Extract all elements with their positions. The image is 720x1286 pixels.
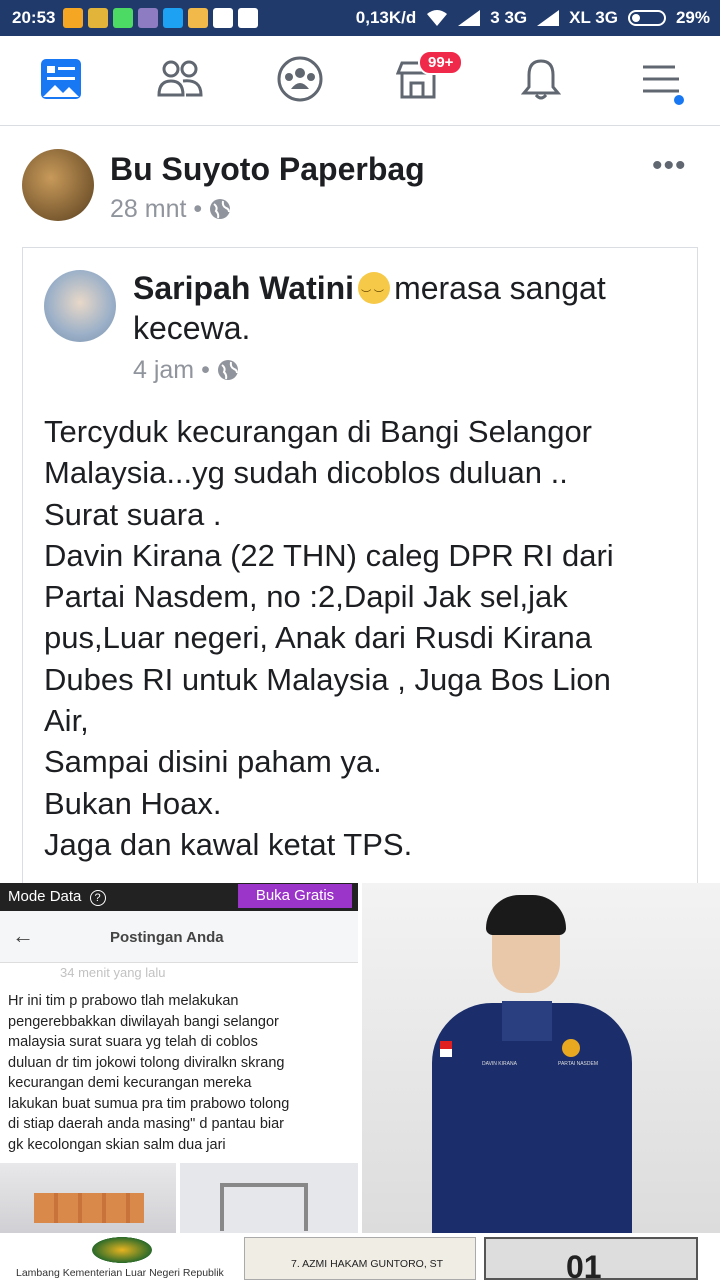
line-icon (113, 8, 134, 28)
flag-patch-icon (440, 1041, 452, 1057)
photo-text-line: duluan dr tim jokowi tolong diviralkn sk… (8, 1054, 285, 1071)
body-line: Jaga dan kawal ketat TPS. (44, 826, 413, 862)
top-nav-bar: 99+ (0, 36, 720, 126)
person-hair (486, 895, 566, 935)
groups-tab[interactable] (275, 54, 325, 104)
emblem-caption: Lambang Kementerian Luar Negeri Republik (16, 1267, 224, 1279)
separator-dot: • (193, 195, 210, 223)
photo-text-line: lakukan buat sumua pra tim prabowo tolon… (8, 1095, 290, 1112)
shared-author[interactable]: Saripah Watini (133, 270, 354, 306)
feed-post: Bu Suyoto Paperbag 28 mnt • ••• Saripah … (0, 127, 720, 887)
shared-post[interactable]: Saripah Watini merasa sangat kecewa. 4 ja… (22, 247, 698, 887)
photo-text-line: kecurangan demi kecurangan mereka (8, 1075, 252, 1091)
pensive-face-emoji-icon (358, 272, 391, 316)
shared-author-line: Saripah Watini merasa sangat kecewa. (133, 268, 673, 348)
ballot-number-photo[interactable]: 01 (484, 1237, 698, 1285)
name-tag: DAVIN KIRANA (482, 1061, 517, 1067)
ballot-number: 01 (566, 1249, 602, 1285)
party-tag: PARTAI NASDEM (558, 1061, 599, 1067)
google-icon (213, 8, 234, 28)
twitter-icon (163, 8, 184, 28)
body-line: Partai Nasdem, no :2,Dapil Jak sel,jak (44, 579, 568, 615)
photo-text-line: Hr ini tim p prabowo tlah melakukan (8, 993, 239, 1009)
feeling-text: merasa sangat (394, 270, 606, 306)
status-time: 20:53 (12, 8, 56, 27)
status-bar: 20:53 0,13K/d 3 3G XL 3G 29% (0, 0, 720, 36)
mail-icon (188, 8, 209, 28)
screenshot-photo[interactable]: Mode Data ? Buka Gratis ← Postingan Anda… (0, 883, 358, 1233)
marketplace-badge: 99+ (418, 50, 464, 75)
faded-timestamp: 34 menit yang lalu (60, 965, 166, 980)
shared-post-time[interactable]: 4 jam (133, 356, 194, 384)
body-line: Sampai disini paham ya. (44, 744, 382, 780)
shared-post-body: Tercyduk kecurangan di Bangi Selangor Ma… (44, 411, 684, 865)
signal-icon (537, 10, 560, 26)
ballot-name: 7. AZMI HAKAM GUNTORO, ST (291, 1258, 444, 1270)
signal-icon (458, 10, 481, 26)
post-meta: 28 mnt • (110, 195, 231, 224)
bell-icon (521, 59, 561, 100)
groups-icon (277, 56, 323, 102)
emblem-photo[interactable]: Lambang Kementerian Luar Negeri Republik (12, 1237, 224, 1280)
body-line: Davin Kirana (22 THN) caleg DPR RI dari (44, 537, 614, 573)
mode-label: Mode Data (8, 888, 82, 905)
info-icon: ? (89, 890, 106, 906)
notification-icons (63, 8, 259, 28)
shared-post-meta: 4 jam • (133, 356, 239, 385)
body-line: Tercyduk kecurangan di Bangi Selangor (44, 414, 593, 449)
carrier-1: 3 3G (490, 8, 528, 27)
body-line: Bukan Hoax. (44, 785, 222, 821)
shared-author-avatar[interactable] (44, 270, 116, 342)
author-avatar[interactable] (22, 149, 94, 221)
globe-icon (210, 199, 231, 219)
ballot-boxes-thumbnail (0, 1163, 176, 1233)
globe-icon (217, 360, 238, 380)
photo-text-line: malaysia surat suara yg telah di coblos (8, 1034, 258, 1050)
photo-header: ← Postingan Anda (0, 911, 358, 963)
photo-text: Hr ini tim p prabowo tlah melakukan peng… (8, 991, 354, 1155)
post-author[interactable]: Bu Suyoto Paperbag (110, 151, 425, 188)
play-store-icon (238, 8, 259, 28)
ballot-name-photo[interactable]: 7. AZMI HAKAM GUNTORO, ST (244, 1237, 476, 1280)
back-arrow-icon: ← (12, 923, 34, 948)
photo-header-title: Postingan Anda (110, 929, 224, 946)
app-notification-icon (88, 8, 109, 28)
photo-text-line: pengerebbakkan diwilayah bangi selangor (8, 1013, 279, 1030)
free-open-button: Buka Gratis (238, 884, 352, 908)
battery-level: 29% (675, 8, 710, 27)
news-feed-icon (41, 59, 81, 99)
notifications-tab[interactable] (516, 54, 566, 104)
photo-text-line: gk kecolongan skian salm dua jari (8, 1136, 226, 1153)
wifi-icon (427, 10, 448, 26)
person-collar (502, 1001, 552, 1041)
party-logo-icon (562, 1039, 580, 1057)
body-line: Malaysia...yg sudah dicoblos duluan .. (44, 455, 568, 491)
person-photo[interactable]: DAVIN KIRANA PARTAI NASDEM (362, 883, 720, 1233)
app-notification-icon (138, 8, 159, 28)
garuda-emblem-icon (92, 1237, 152, 1263)
friends-tab[interactable] (155, 54, 205, 104)
news-feed-tab[interactable] (36, 54, 86, 104)
feeling-text-cont: kecewa. (133, 310, 251, 346)
post-photo-grid: Mode Data ? Buka Gratis ← Postingan Anda… (0, 883, 720, 1285)
body-line: Dubes RI untuk Malaysia , Juga Bos Lion (44, 661, 611, 697)
body-line: pus,Luar negeri, Anak dari Rusdi Kirana (44, 620, 592, 656)
app-notification-icon (63, 8, 84, 28)
friends-icon (157, 60, 203, 97)
more-options-button[interactable]: ••• (652, 149, 687, 183)
menu-notification-dot (672, 93, 686, 107)
carrier-2: XL 3G (569, 8, 618, 27)
body-line: Air, (44, 703, 89, 739)
body-line: Surat suara . (44, 496, 222, 532)
separator-dot: • (201, 356, 217, 384)
post-time[interactable]: 28 mnt (110, 195, 186, 223)
room-thumbnail (180, 1163, 358, 1233)
network-speed: 0,13K/d (355, 8, 417, 27)
photo-text-line: di stiap daerah anda masing" d pantau bi… (8, 1116, 285, 1132)
more-photos-row: Lambang Kementerian Luar Negeri Republik… (0, 1237, 720, 1285)
battery-icon (627, 10, 666, 26)
